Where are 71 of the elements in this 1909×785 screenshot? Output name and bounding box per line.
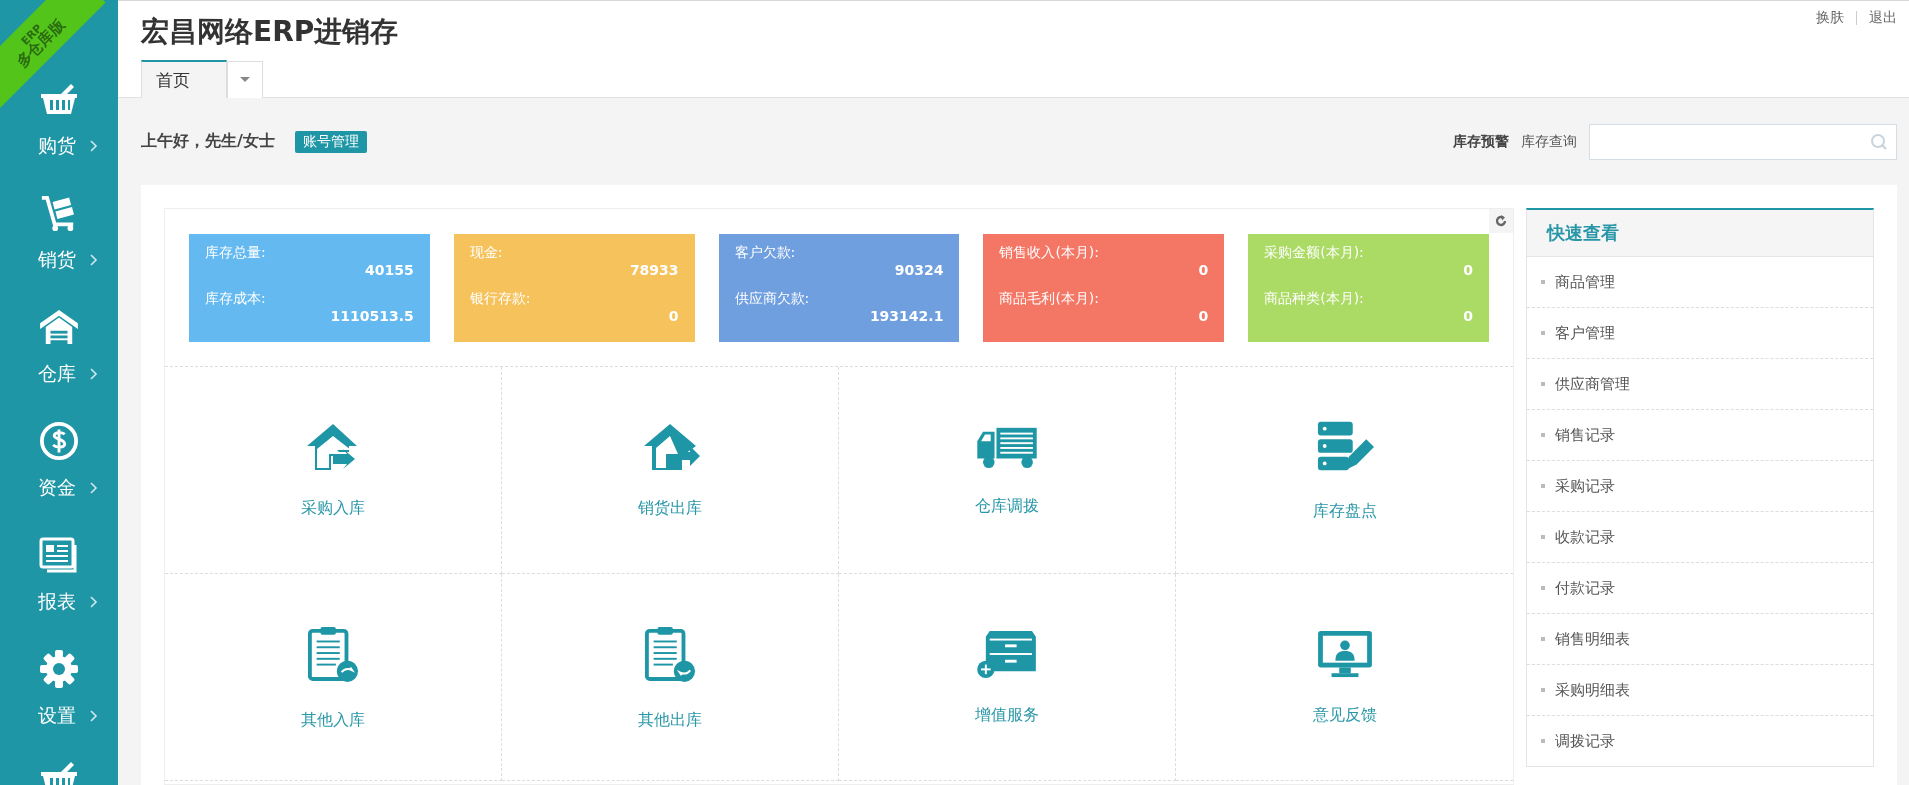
stat-value: 40155 bbox=[364, 262, 414, 278]
shortcut-tile[interactable]: 其他出库 bbox=[502, 574, 839, 781]
chevron-right-icon bbox=[90, 140, 98, 152]
tab[interactable]: 首页 bbox=[141, 60, 227, 98]
chevron-right-icon bbox=[90, 482, 98, 494]
basket-icon[interactable] bbox=[39, 760, 79, 785]
quick-link[interactable]: 商品管理 bbox=[1527, 257, 1873, 308]
quick-link[interactable]: 销售明细表 bbox=[1527, 614, 1873, 665]
shortcut-tile[interactable]: 意见反馈 bbox=[1176, 574, 1513, 781]
account-button[interactable]: 账号管理 bbox=[294, 130, 367, 153]
app-title: 宏昌网络ERP进销存 bbox=[141, 14, 399, 50]
stat-value: 193142.1 bbox=[868, 308, 944, 324]
quick-link[interactable]: 付款记录 bbox=[1527, 563, 1873, 614]
refresh-icon bbox=[1494, 214, 1508, 228]
shortcut-tile[interactable]: 增值服务 bbox=[839, 574, 1176, 781]
stat-value: 90324 bbox=[893, 262, 944, 278]
header-link[interactable]: 退出 bbox=[1869, 9, 1897, 27]
chevron-right-icon bbox=[90, 254, 98, 266]
nav-item[interactable]: 报表 bbox=[0, 518, 118, 632]
quick-link[interactable]: 采购记录 bbox=[1527, 461, 1873, 512]
stat-label: 采购金额(本月): bbox=[1264, 244, 1365, 262]
stat-label: 客户欠款: bbox=[734, 244, 797, 262]
stat-value: 0 bbox=[1197, 262, 1209, 278]
warehouse-icon bbox=[40, 307, 78, 347]
chevron-right-icon bbox=[90, 596, 98, 608]
stat-value: 0 bbox=[667, 308, 679, 324]
nav-item[interactable]: 设置 bbox=[0, 632, 118, 746]
shortcut-tile[interactable]: 库存盘点 bbox=[1176, 367, 1513, 574]
chevron-right-icon bbox=[90, 368, 98, 380]
nav-item[interactable]: 销货 bbox=[0, 176, 118, 290]
stat-value: 0 bbox=[1462, 262, 1473, 278]
drawer-plus-icon bbox=[976, 628, 1038, 679]
search-icon bbox=[1870, 132, 1888, 151]
stat-label: 库存成本: bbox=[205, 290, 267, 308]
stat-label: 商品种类(本月): bbox=[1264, 290, 1365, 308]
quick-link[interactable]: 调拨记录 bbox=[1527, 716, 1873, 766]
stock-query-link[interactable]: 库存查询 bbox=[1521, 132, 1577, 151]
tab-menu-button[interactable] bbox=[227, 61, 263, 98]
search-field[interactable] bbox=[1589, 123, 1897, 160]
quick-link[interactable]: 采购明细表 bbox=[1527, 665, 1873, 716]
stat-value: 0 bbox=[1197, 308, 1209, 324]
stat-label: 银行存款: bbox=[469, 290, 532, 308]
quick-link[interactable]: 销售记录 bbox=[1527, 410, 1873, 461]
greeting-text: 上午好，先生/女士 bbox=[141, 131, 275, 152]
shortcut-tile[interactable]: 仓库调拨 bbox=[839, 367, 1176, 574]
dollar-circle-icon bbox=[40, 421, 78, 461]
stat-label: 库存总量: bbox=[205, 244, 267, 262]
nav-item[interactable]: 资金 bbox=[0, 404, 118, 518]
header-link[interactable]: 换肤 bbox=[1816, 9, 1844, 27]
chevron-right-icon bbox=[90, 710, 98, 722]
stock-alert-link[interactable]: 库存预警 bbox=[1453, 132, 1509, 151]
quick-link[interactable]: 供应商管理 bbox=[1527, 359, 1873, 410]
shortcut-tile[interactable]: 采购入库 bbox=[165, 367, 502, 574]
quick-link[interactable]: 客户管理 bbox=[1527, 308, 1873, 359]
stat-value: 0 bbox=[1462, 308, 1473, 324]
stat-label: 现金: bbox=[469, 244, 504, 262]
quick-link[interactable]: 收款记录 bbox=[1527, 512, 1873, 563]
gear-icon bbox=[39, 649, 79, 689]
stat-label: 商品毛利(本月): bbox=[999, 290, 1101, 308]
caret-icon bbox=[240, 77, 250, 83]
refresh-button[interactable] bbox=[1489, 209, 1513, 233]
monitor-user-icon bbox=[1315, 628, 1374, 679]
shortcut-tile[interactable]: 其他入库 bbox=[165, 574, 502, 781]
panel-title: 快速查看 bbox=[1527, 210, 1873, 257]
nav-item[interactable]: 仓库 bbox=[0, 290, 118, 404]
stat-value: 1110513.5 bbox=[329, 308, 414, 324]
stat-value: 78933 bbox=[628, 262, 679, 278]
shortcut-tile[interactable]: 销货出库 bbox=[502, 367, 839, 574]
stat-label: 销售收入(本月): bbox=[999, 244, 1101, 262]
stat-label: 供应商欠款: bbox=[734, 290, 811, 308]
newspaper-icon bbox=[39, 535, 79, 575]
